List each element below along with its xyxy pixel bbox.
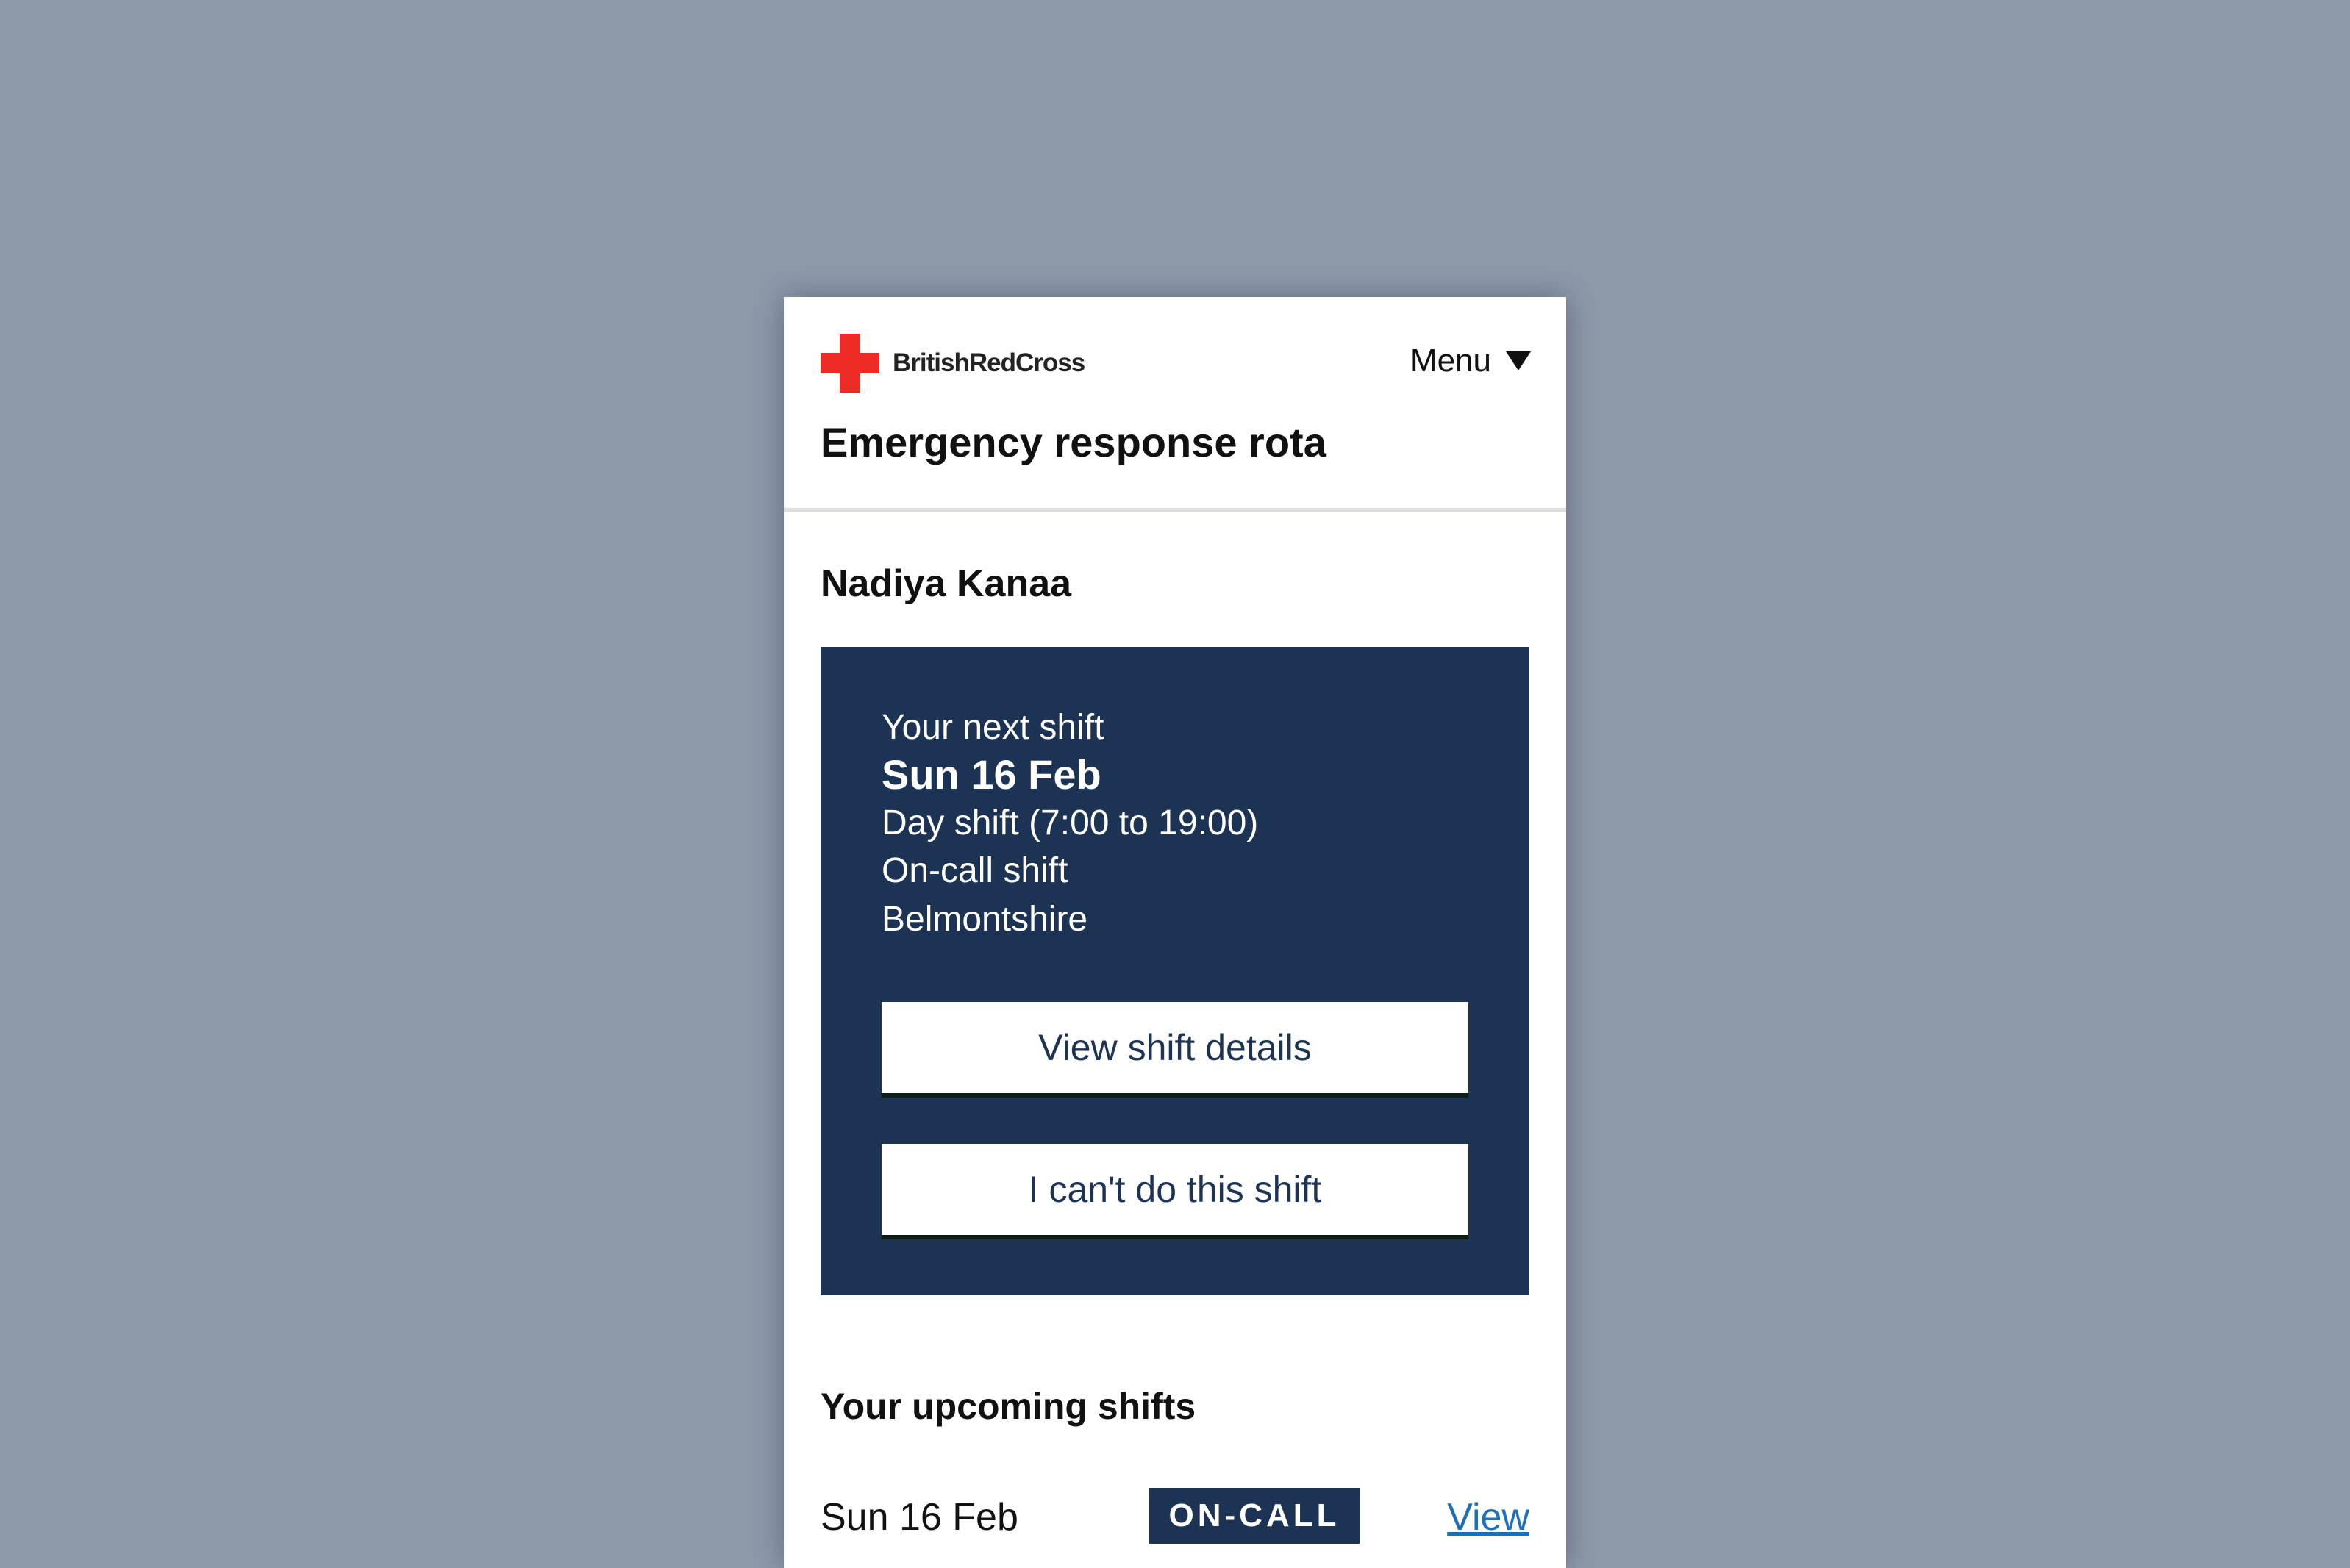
next-shift-card: Your next shift Sun 16 Feb Day shift (7:… bbox=[821, 647, 1529, 1295]
next-shift-label: Your next shift bbox=[882, 708, 1104, 747]
cant-do-shift-button[interactable]: I can't do this shift bbox=[882, 1144, 1468, 1235]
site-header: BritishRedCross Menu Emergency response … bbox=[784, 297, 1566, 512]
caret-down-icon bbox=[1506, 351, 1531, 370]
status-badge: ON-CALL bbox=[1149, 1488, 1360, 1544]
menu-label: Menu bbox=[1410, 343, 1491, 379]
view-shift-details-button[interactable]: View shift details bbox=[882, 1002, 1468, 1093]
next-shift-type: On-call shift bbox=[882, 851, 1068, 890]
brand-logo[interactable]: BritishRedCross bbox=[821, 334, 1085, 393]
brand-name: BritishRedCross bbox=[893, 348, 1085, 377]
next-shift-location: Belmontshire bbox=[882, 900, 1088, 939]
next-shift-time: Day shift (7:00 to 19:00) bbox=[882, 803, 1259, 842]
shift-date: Sun 16 Feb bbox=[821, 1496, 1018, 1539]
list-item: Sun 16 Feb ON-CALL View bbox=[821, 1488, 1529, 1547]
upcoming-shifts-title: Your upcoming shifts bbox=[821, 1386, 1196, 1427]
view-shift-link[interactable]: View bbox=[1447, 1495, 1529, 1539]
page-title: Emergency response rota bbox=[821, 419, 1326, 465]
user-name: Nadiya Kanaa bbox=[821, 562, 1072, 605]
menu-button[interactable]: Menu bbox=[1410, 343, 1531, 379]
red-cross-icon bbox=[821, 334, 879, 393]
phone-frame: BritishRedCross Menu Emergency response … bbox=[784, 297, 1566, 1568]
next-shift-date: Sun 16 Feb bbox=[882, 751, 1101, 798]
